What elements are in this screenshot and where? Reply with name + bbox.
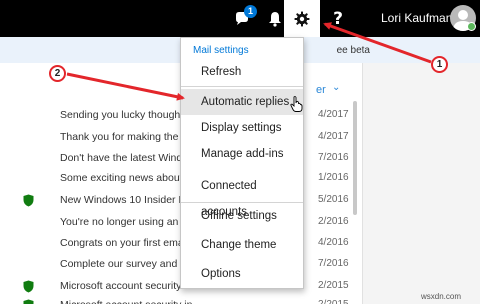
annotation-callout-1: 1 (431, 56, 448, 73)
annotation-arrows (66, 22, 432, 101)
annotation-arrow-2 (66, 72, 185, 101)
annotation-arrow-1 (323, 22, 432, 64)
watermark: wsxdn.com (421, 292, 462, 301)
annotation-callout-2: 2 (49, 65, 66, 82)
